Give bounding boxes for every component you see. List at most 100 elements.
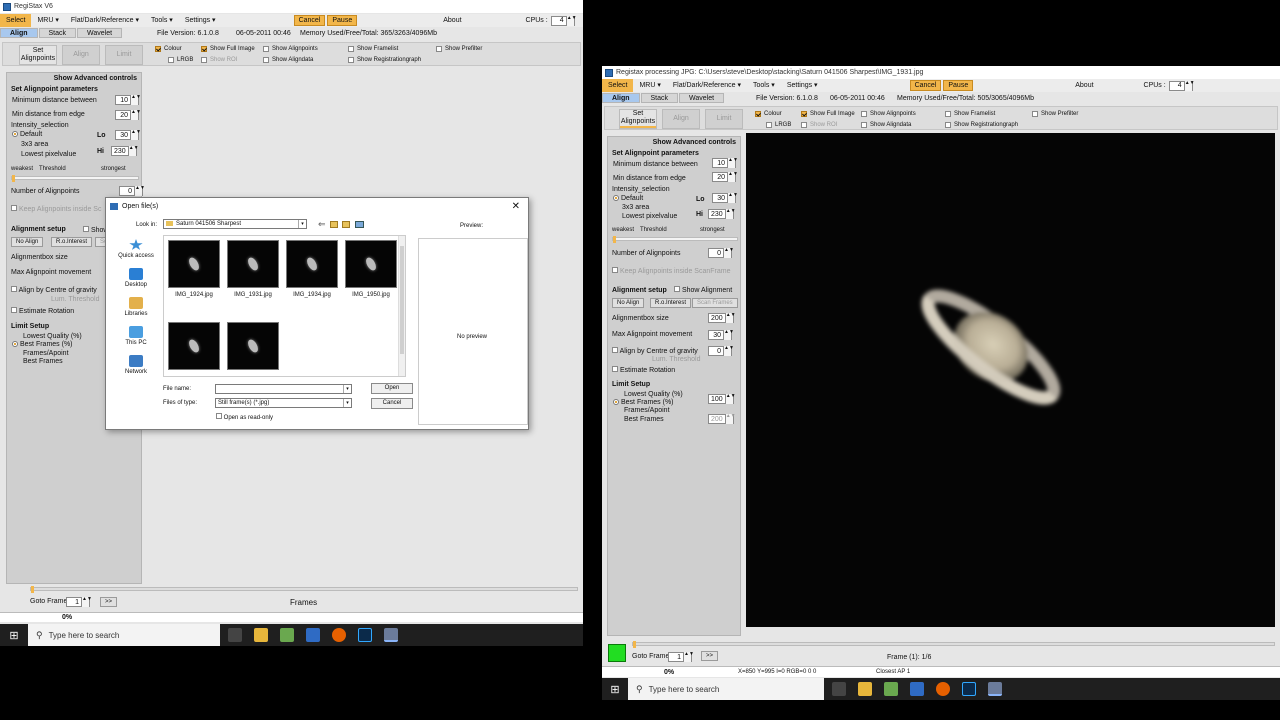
set-alignpoints-button[interactable]: Set Alignpoints [19, 45, 57, 65]
back-arrow-icon[interactable]: ⇐ [318, 219, 326, 230]
goto-frame-spinner[interactable]: 1 ▲▼ [66, 597, 92, 607]
file-list-scrollbar[interactable] [398, 236, 405, 376]
show-roi-checkbox[interactable]: Show ROI [201, 57, 237, 63]
menu-settings[interactable]: Settings ▾ [179, 14, 222, 27]
alignpoints-count-spinner[interactable]: 0 ▲▼ [708, 248, 734, 258]
image-viewer[interactable] [746, 133, 1275, 627]
file-thumbnail[interactable] [227, 240, 279, 288]
radio-lowest-pixelvalue[interactable]: Lowest pixelvalue [622, 213, 677, 220]
show-registrationgraph-checkbox[interactable]: Show Registrationgraph [348, 57, 421, 63]
look-in-dropdown[interactable]: Saturn 041506 Sharpest ▾ [163, 219, 307, 229]
cpus-spinner[interactable]: 4 ▲▼ [1168, 80, 1195, 91]
show-alignment-checkbox[interactable]: Show Alignment [674, 286, 732, 294]
show-roi-checkbox[interactable]: Show ROI [801, 122, 837, 128]
menu-flat-dark-reference[interactable]: Flat/Dark/Reference ▾ [65, 14, 145, 27]
no-align-button[interactable]: No Align [612, 298, 645, 308]
windows-start-icon[interactable]: ⊞ [0, 629, 28, 642]
show-full-image-checkbox[interactable]: Show Full Image [801, 111, 855, 117]
close-icon[interactable]: ✕ [512, 201, 520, 212]
tab-align[interactable]: Align [602, 93, 640, 103]
up-folder-icon[interactable] [330, 221, 338, 228]
file-thumbnail[interactable] [286, 240, 338, 288]
open-readonly-checkbox[interactable]: Open as read-only [216, 413, 273, 421]
file-explorer-icon[interactable] [254, 628, 268, 642]
menu-mru[interactable]: MRU ▾ [31, 14, 64, 27]
set-alignpoints-button[interactable]: Set Alignpoints [619, 109, 657, 129]
best-frames-spinner[interactable]: 200 ▲▼ [708, 414, 736, 424]
pause-button[interactable]: Pause [943, 80, 974, 91]
photoshop-icon[interactable] [358, 628, 372, 642]
radio-best-frames[interactable]: Best Frames (%) [613, 399, 674, 406]
file-name[interactable]: IMG_1924.jpg [164, 292, 224, 298]
threshold-slider[interactable] [11, 175, 139, 182]
place-libraries[interactable]: Libraries [111, 297, 161, 317]
scan-frames-button[interactable]: Scan Frames [692, 298, 738, 308]
frame-slider[interactable] [30, 586, 578, 593]
app-icon[interactable] [884, 682, 898, 696]
alignmentbox-size-spinner[interactable]: 200 ▲▼ [708, 313, 736, 323]
task-view-icon[interactable] [228, 628, 242, 642]
radio-default[interactable]: Default [613, 195, 643, 202]
colour-checkbox[interactable]: Colour [755, 111, 782, 117]
file-thumbnail[interactable] [168, 322, 220, 370]
view-menu-icon[interactable] [355, 221, 364, 228]
goto-frame-spinner[interactable]: 1 ▲▼ [668, 652, 694, 662]
tab-wavelet[interactable]: Wavelet [679, 93, 725, 103]
photoshop-icon[interactable] [962, 682, 976, 696]
next-frame-button[interactable]: >> [100, 597, 118, 607]
min-distance-edge-spinner[interactable]: 20 ▲▼ [115, 110, 141, 120]
lo-spinner[interactable]: 30 ▲▼ [115, 130, 141, 140]
firefox-icon[interactable] [332, 628, 346, 642]
menu-select[interactable]: Select [0, 14, 32, 27]
outlook-icon[interactable] [306, 628, 320, 642]
file-thumbnail[interactable] [227, 322, 279, 370]
show-alignpoints-checkbox[interactable]: Show Alignpoints [861, 111, 916, 117]
place-this-pc[interactable]: This PC [111, 326, 161, 346]
menu-settings[interactable]: Settings ▾ [781, 79, 824, 92]
lo-spinner[interactable]: 30 ▲▼ [712, 193, 738, 203]
hi-spinner[interactable]: 230 ▲▼ [111, 146, 139, 156]
menu-tools[interactable]: Tools ▾ [145, 14, 179, 27]
taskbar-search-box[interactable]: ⚲ Type here to search [28, 624, 220, 646]
tab-stack[interactable]: Stack [640, 93, 679, 103]
radio-default[interactable]: Default [12, 131, 42, 138]
alignpoints-count-spinner[interactable]: 0 ▲▼ [119, 186, 145, 196]
app-icon[interactable] [280, 628, 294, 642]
radio-best-frames[interactable]: Best Frames (%) [12, 341, 73, 348]
limit-button[interactable]: Limit [105, 45, 143, 65]
task-view-icon[interactable] [832, 682, 846, 696]
threshold-slider[interactable] [612, 236, 738, 243]
centre-gravity-spinner[interactable]: 0 ▲▼ [708, 346, 734, 356]
tab-align[interactable]: Align [0, 28, 38, 38]
show-aligndata-checkbox[interactable]: Show Aligndata [861, 122, 911, 128]
show-advanced-controls[interactable]: Show Advanced controls [653, 139, 736, 146]
file-name-input[interactable]: ▾ [215, 384, 352, 394]
menu-select[interactable]: Select [602, 79, 634, 92]
min-distance-between-spinner[interactable]: 10 ▲▼ [115, 95, 141, 105]
place-desktop[interactable]: Desktop [111, 268, 161, 288]
file-thumbnail[interactable] [168, 240, 220, 288]
show-aligndata-checkbox[interactable]: Show Aligndata [263, 57, 313, 63]
show-framelist-checkbox[interactable]: Show Framelist [348, 46, 398, 52]
new-folder-icon[interactable] [342, 221, 350, 228]
place-quick-access[interactable]: Quick access [111, 239, 161, 259]
show-framelist-checkbox[interactable]: Show Framelist [945, 111, 995, 117]
hi-spinner[interactable]: 230 ▲▼ [708, 209, 736, 219]
place-network[interactable]: Network [111, 355, 161, 375]
registax-taskbar-icon[interactable] [384, 628, 398, 642]
show-alignpoints-checkbox[interactable]: Show Alignpoints [263, 46, 318, 52]
menu-about[interactable]: About [1069, 79, 1099, 92]
colour-checkbox[interactable]: Colour [155, 46, 182, 52]
next-frame-button[interactable]: >> [701, 651, 719, 661]
cpus-spinner[interactable]: 4 ▲▼ [550, 15, 577, 26]
estimate-rotation-checkbox[interactable]: Estimate Rotation [612, 366, 675, 374]
dialog-cancel-button[interactable]: Cancel [371, 398, 413, 409]
radio-3x3-area[interactable]: 3x3 area [21, 141, 48, 148]
lrgb-checkbox[interactable]: LRGB [766, 122, 791, 128]
limit-button[interactable]: Limit [705, 109, 743, 129]
outlook-icon[interactable] [910, 682, 924, 696]
file-name[interactable]: IMG_1931.jpg [223, 292, 283, 298]
roi-button[interactable]: R.o.Interest [650, 298, 692, 308]
radio-3x3-area[interactable]: 3x3 area [622, 204, 649, 211]
menu-about[interactable]: About [437, 14, 467, 27]
